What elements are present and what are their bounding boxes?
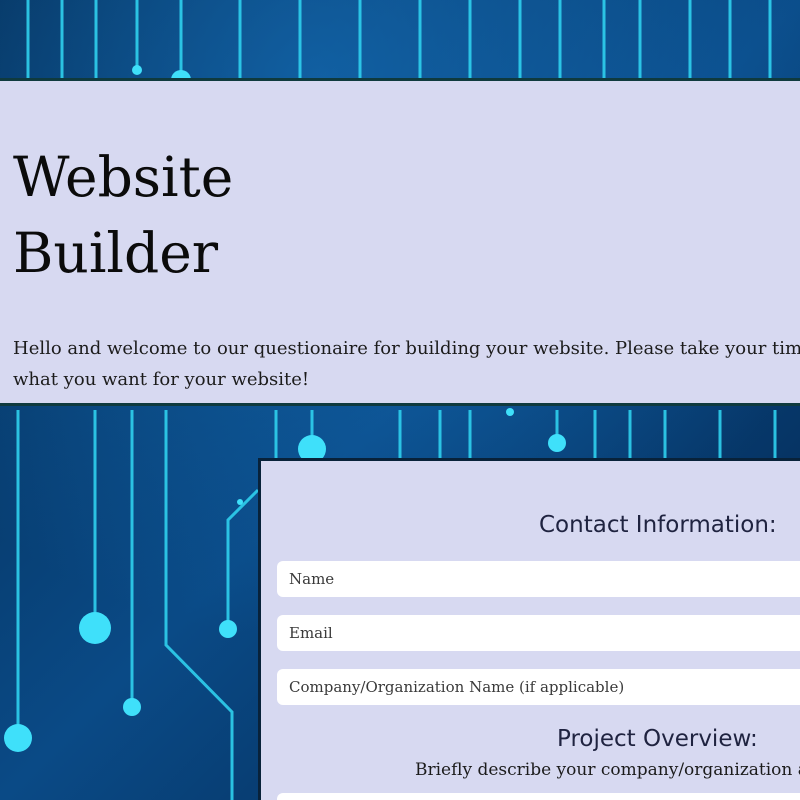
describe-company-label: Briefly describe your company/organizati…: [415, 760, 800, 780]
contact-information-heading: Contact Information:: [539, 512, 777, 538]
name-field[interactable]: [277, 561, 800, 597]
project-overview-heading: Project Overview:: [557, 726, 758, 752]
company-description-field[interactable]: [277, 793, 800, 800]
page-title: Website Builder: [13, 145, 234, 285]
header-panel: Website Builder Hello and welcome to our…: [0, 78, 800, 406]
company-field[interactable]: [277, 669, 800, 705]
welcome-text: Hello and welcome to our questionaire fo…: [13, 338, 800, 390]
email-field[interactable]: [277, 615, 800, 651]
questionnaire-form: Contact Information: Project Overview: B…: [258, 458, 800, 800]
